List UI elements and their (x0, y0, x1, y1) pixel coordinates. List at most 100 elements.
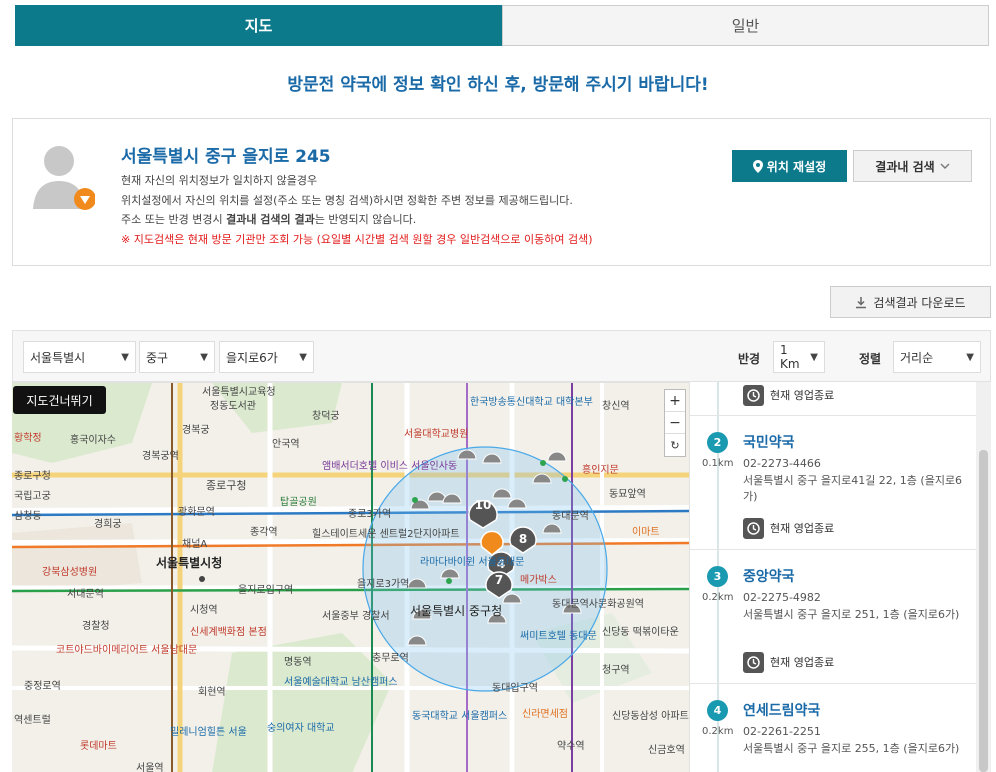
chevron-down-icon (940, 163, 950, 169)
place-label: 롯데마트 (80, 740, 117, 752)
pharmacy-phone: 02-2273-4466 (743, 457, 821, 470)
place-label: 을지로3가역 (357, 578, 409, 590)
pharmacy-name[interactable]: 중앙약국 (743, 566, 795, 586)
result-number: 4 (707, 700, 728, 721)
place-label: 써미트호텔 동대문 (520, 630, 597, 642)
map-reset-button[interactable]: ↻ (665, 434, 685, 456)
sort-label: 정렬 (859, 352, 882, 366)
distance: 0.2km (702, 592, 734, 603)
place-label: 신당동삼성 아파트 (612, 710, 689, 722)
download-results-button[interactable]: 검색결과 다운로드 (830, 286, 991, 318)
chevron-down-icon: ▼ (200, 351, 208, 363)
chevron-down-icon: ▼ (966, 351, 974, 363)
radius-select[interactable]: 1 Km ▼ (773, 341, 825, 373)
filter-bar: 서울특별시 ▼ 중구 ▼ 을지로6가 ▼ 반경 1 Km ▼ 정렬 거리순 ▼ (12, 330, 991, 382)
place-label: 약수역 (557, 740, 585, 752)
place-label: 흥인지문 (582, 463, 619, 476)
place-label: 코트야드바이메리어트 서울남대문 (56, 644, 197, 656)
place-label: 황학정 (14, 432, 42, 444)
location-reset-button[interactable]: 위치 재설정 (732, 150, 847, 182)
place-label: 메가박스 (520, 574, 557, 586)
place-label: 경희궁 (94, 517, 122, 530)
place-label: 서울대학교병원 (404, 428, 468, 440)
place-label: 회현역 (198, 686, 226, 698)
location-description: 현재 자신의 위치정보가 일치하지 않을경우 위치설정에서 자신의 위치를 설정… (121, 171, 593, 249)
zoom-in-button[interactable]: + (665, 390, 685, 412)
desc-line-2: 위치설정에서 자신의 위치를 설정(주소 또는 명칭 검색)하시면 정확한 주변… (121, 193, 573, 207)
pharmacy-map[interactable]: 10 8 4 7 서울특별시교육청 정동도서관 경복궁 종로구청 창덕궁 서울대… (12, 382, 689, 772)
desc-line-3c: 는 반영되지 않습니다. (314, 213, 417, 226)
place-label: 창덕궁 (312, 410, 340, 422)
place-label: 동묘앞역 (609, 488, 646, 500)
clock-icon (743, 517, 764, 539)
tab-bar: 지도 일반 (15, 5, 989, 46)
download-icon (856, 296, 867, 308)
list-scrollbar-thumb[interactable] (979, 450, 988, 772)
open-status-label: 현재 영업종료 (770, 389, 835, 402)
place-label: 중정로역 (24, 680, 61, 692)
place-label: 서울특별시 중구청 (410, 604, 502, 618)
search-in-results-button[interactable]: 결과내 검색 (853, 150, 972, 182)
place-label: 서울특별시교육청 (202, 386, 276, 398)
place-label: 서울특별시청 (156, 555, 222, 570)
list-item[interactable]: 2 0.1km 국민약국 02-2273-4466 서울특별시 중구 을지로41… (690, 416, 977, 550)
list-item[interactable]: 3 0.2km 중앙약국 02-2275-4982 서울특별시 중구 을지로 2… (690, 550, 977, 684)
chevron-down-icon: ▼ (299, 351, 307, 363)
zoom-out-button[interactable]: − (665, 412, 685, 434)
pharmacy-list[interactable]: 현재 영업종료 2 0.1km 국민약국 02-2273-4466 서울특별시 … (689, 382, 991, 772)
pharmacy-address: 서울특별시 중구 을지로 255, 1층 (을지로6가) (743, 742, 960, 755)
place-label: 신라면세점 (522, 708, 568, 720)
city-select[interactable]: 서울특별시 ▼ (23, 341, 136, 373)
location-reset-label: 위치 재설정 (766, 159, 827, 174)
open-status: 현재 영업종료 (743, 517, 834, 539)
tab-map[interactable]: 지도 (15, 5, 502, 46)
place-label: 경찰청 (82, 619, 110, 632)
place-label: 숭의여자 대학교 (267, 722, 335, 734)
place-label: 종로구청 (14, 470, 51, 482)
pharmacy-name[interactable]: 연세드림약국 (743, 700, 820, 720)
district-select-value: 중구 (146, 350, 169, 365)
place-label: 종로3가역 (348, 508, 391, 520)
cluster-10[interactable]: 10 (475, 498, 492, 512)
map-canvas[interactable]: 10 8 4 7 서울특별시교육청 정동도서관 경복궁 종로구청 창덕궁 서울대… (12, 383, 689, 772)
location-panel: 서울특별시 중구 을지로 245 현재 자신의 위치정보가 일치하지 않을경우 … (12, 118, 991, 266)
desc-line-1: 현재 자신의 위치정보가 일치하지 않을경우 (121, 174, 318, 187)
place-label: 경복궁 (182, 423, 210, 436)
place-label: 을지로입구역 (238, 583, 293, 596)
place-label: 힐스테이트세운 센트럴2단지아파트 (312, 527, 460, 540)
pharmacy-name[interactable]: 국민약국 (743, 432, 795, 452)
open-status-label: 현재 영업종료 (770, 656, 835, 669)
place-label: 광화문역 (178, 506, 215, 518)
tab-general[interactable]: 일반 (502, 5, 989, 46)
place-label: 신금호역 (648, 744, 685, 756)
place-label: 한국방송통신대학교 대학본부 (470, 396, 593, 408)
radius-select-value: 1 Km (780, 343, 800, 371)
district-select[interactable]: 중구 ▼ (139, 341, 215, 373)
list-item[interactable]: 현재 영업종료 (690, 382, 977, 416)
place-label: 서대문역 (67, 588, 104, 600)
dong-select[interactable]: 을지로6가 ▼ (219, 341, 314, 373)
place-label: 라마다바이윈 서울동대문 (420, 556, 524, 568)
list-item[interactable]: 4 0.2km 연세드림약국 02-2261-2251 서울특별시 중구 을지로… (690, 684, 977, 772)
cluster-8[interactable]: 8 (519, 532, 527, 546)
location-pin-icon (752, 159, 763, 173)
dong-select-value: 을지로6가 (226, 350, 278, 365)
desc-line-3b: 결과내 검색의 결과 (226, 213, 315, 226)
pharmacy-address: 서울특별시 중구 을지로 251, 1층 (을지로6가) (743, 608, 960, 621)
distance: 0.1km (702, 458, 734, 469)
place-label: 동대입구역 (492, 681, 538, 694)
cluster-7[interactable]: 7 (495, 573, 503, 587)
place-label: 이마트 (632, 526, 660, 538)
list-scrollbar[interactable] (976, 382, 991, 772)
skip-map-button[interactable]: 지도건너뛰기 (13, 386, 106, 414)
map-search-warning: ※ 지도검색은 현재 방문 기관만 조회 가능 (요일별 시간별 검색 원할 경… (121, 232, 593, 246)
place-label: 시청역 (190, 604, 218, 616)
place-label: 창신역 (602, 400, 630, 412)
place-label: 명동역 (284, 656, 312, 668)
chevron-down-icon: ▼ (810, 351, 818, 363)
sort-select[interactable]: 거리순 ▼ (893, 341, 981, 373)
user-avatar-icon (31, 139, 96, 215)
place-label: 강북삼성병원 (42, 566, 97, 578)
visit-notice: 방문전 약국에 정보 확인 하신 후, 방문해 주시기 바랍니다! (287, 75, 709, 95)
current-address: 서울특별시 중구 을지로 245 (121, 147, 331, 167)
